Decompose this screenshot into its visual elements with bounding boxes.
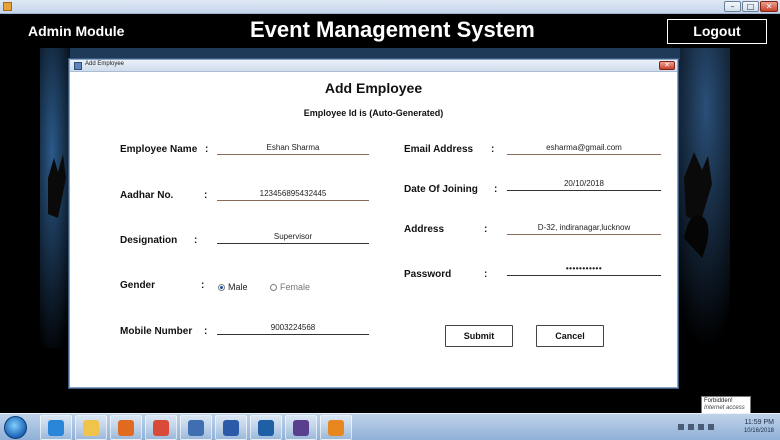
gender-female-label: Female xyxy=(280,282,311,292)
clock-date[interactable]: 10/16/2018 xyxy=(732,428,774,434)
password-field[interactable]: ••••••••••• xyxy=(507,263,661,276)
form-heading: Add Employee xyxy=(324,80,423,96)
folder-icon xyxy=(83,419,99,436)
employee-name-label: Employee Name xyxy=(120,144,198,155)
maximize-button[interactable]: □ xyxy=(742,1,759,12)
outlook-icon xyxy=(118,419,134,436)
chrome-icon xyxy=(153,419,169,436)
aadhar-field[interactable]: 123456895432445 xyxy=(217,188,369,201)
designation-label: Designation xyxy=(120,235,178,246)
colon: : xyxy=(491,144,495,155)
network-tooltip: Forbidden! Internet access xyxy=(701,396,751,414)
date-of-joining-field[interactable]: 20/10/2018 xyxy=(507,178,661,191)
media-icon xyxy=(188,419,204,436)
email-label: Email Address xyxy=(404,144,474,155)
tray-icons xyxy=(678,424,726,432)
taskbar-media-icon[interactable] xyxy=(180,415,212,440)
mobile-number-field[interactable]: 9003224568 xyxy=(217,322,369,335)
taskbar-word-icon[interactable] xyxy=(215,415,247,440)
employee-name-field[interactable]: Eshan Sharma xyxy=(217,142,369,155)
logout-button[interactable]: Logout xyxy=(667,19,767,44)
colon: : xyxy=(484,269,488,280)
designation-field[interactable]: Supervisor xyxy=(217,231,369,244)
date-of-joining-label: Date Of Joining xyxy=(404,184,478,195)
virtualbox-icon xyxy=(258,419,274,436)
taskbar-outlook-icon[interactable] xyxy=(110,415,142,440)
colon: : xyxy=(484,224,488,235)
taskbar-explorer-icon[interactable] xyxy=(75,415,107,440)
admin-module-label: Admin Module xyxy=(28,23,125,39)
colon: : xyxy=(204,326,208,337)
tooltip-line-1: Forbidden! xyxy=(704,398,733,404)
minimize-button[interactable]: – xyxy=(724,1,741,12)
dialog-close-button[interactable]: ✕ xyxy=(659,61,675,70)
address-field[interactable]: D-32, indiranagar,lucknow xyxy=(507,222,661,235)
dialog-title: Add Employee xyxy=(85,61,125,67)
gender-male-radio[interactable]: Male xyxy=(218,282,248,292)
add-employee-dialog: Add Employee ✕ Add Employee Employee Id … xyxy=(69,59,678,388)
tray-arrow-icon[interactable] xyxy=(678,424,684,430)
desktop-screen: – □ ✕ Admin Module Event Management Syst… xyxy=(0,0,780,440)
colon: : xyxy=(201,280,205,291)
gender-female-radio[interactable]: Female xyxy=(270,282,310,292)
system-tray: 11:59 PM 10/16/2018 xyxy=(670,416,780,439)
address-label: Address xyxy=(404,224,445,235)
form-subheading: Employee Id is (Auto-Generated) xyxy=(303,108,444,118)
taskbar-chrome-icon[interactable] xyxy=(145,415,177,440)
colon: : xyxy=(205,144,209,155)
radio-selected-icon xyxy=(218,283,225,291)
clock-time[interactable]: 11:59 PM xyxy=(732,419,774,426)
cancel-button[interactable]: Cancel xyxy=(536,325,604,347)
eclipse-icon xyxy=(293,419,309,436)
colon: : xyxy=(194,235,198,246)
tray-network-icon[interactable] xyxy=(698,424,704,430)
aadhar-label: Aadhar No. xyxy=(120,190,174,201)
password-label: Password xyxy=(404,269,452,280)
java-app-icon xyxy=(3,2,12,11)
mobile-number-label: Mobile Number xyxy=(120,326,193,337)
tooltip-line-2: Internet access xyxy=(704,405,745,411)
email-field[interactable]: esharma@gmail.com xyxy=(507,142,661,155)
dialog-window-icon xyxy=(74,62,82,70)
close-button[interactable]: ✕ xyxy=(760,1,778,12)
taskbar-java-icon[interactable] xyxy=(320,415,352,440)
gender-male-label: Male xyxy=(228,282,248,292)
submit-button[interactable]: Submit xyxy=(445,325,513,347)
taskbar: 11:59 PM 10/16/2018 xyxy=(0,413,780,440)
ie-icon xyxy=(48,419,64,436)
tray-flag-icon[interactable] xyxy=(688,424,694,430)
radio-unselected-icon xyxy=(270,283,277,291)
java-icon xyxy=(328,419,344,436)
taskbar-virtualbox-icon[interactable] xyxy=(250,415,282,440)
taskbar-ie-icon[interactable] xyxy=(40,415,72,440)
gender-label: Gender xyxy=(120,280,156,291)
word-icon xyxy=(223,419,239,436)
taskbar-eclipse-icon[interactable] xyxy=(285,415,317,440)
app-title: Event Management System xyxy=(250,17,535,42)
dialog-titlebar: Add Employee ✕ xyxy=(70,60,677,72)
tray-volume-icon[interactable] xyxy=(708,424,714,430)
colon: : xyxy=(204,190,208,201)
start-button-icon[interactable] xyxy=(4,416,27,439)
app-header: Admin Module Event Management System Log… xyxy=(0,14,780,48)
colon: : xyxy=(494,184,498,195)
window-titlebar: – □ ✕ xyxy=(0,0,780,14)
